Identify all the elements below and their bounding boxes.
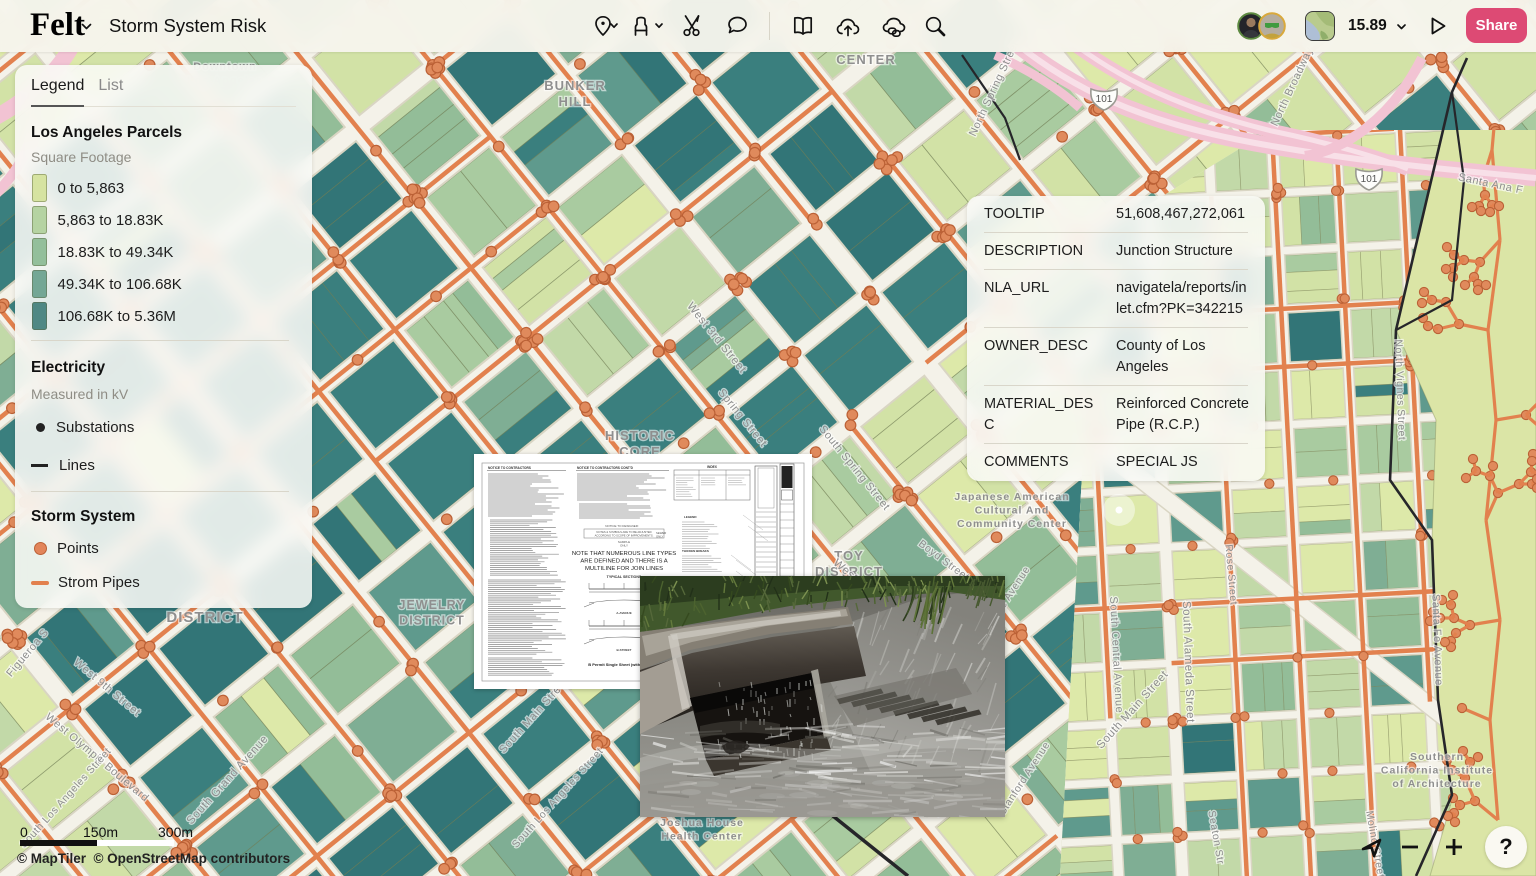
svg-text:Southern: Southern (1410, 751, 1464, 763)
svg-text:MULTILINE FOR JOIN LINES: MULTILINE FOR JOIN LINES (585, 566, 663, 572)
svg-text:Health Center: Health Center (661, 831, 742, 843)
svg-text:California Institute: California Institute (1381, 765, 1493, 777)
svg-text:101: 101 (1361, 174, 1378, 185)
svg-text:B-STREET: B-STREET (617, 648, 632, 652)
svg-text:101: 101 (1096, 94, 1113, 105)
svg-text:Joshua House: Joshua House (660, 817, 744, 829)
svg-text:DISTRICT: DISTRICT (399, 614, 465, 628)
svg-text:TYPICAL SECTIONS: TYPICAL SECTIONS (607, 575, 642, 579)
svg-text:HISTORIC: HISTORIC (605, 428, 675, 443)
svg-text:ONLY: ONLY (656, 535, 664, 539)
svg-text:NOTICE TO CONTRACTORS: NOTICE TO CONTRACTORS (488, 466, 531, 470)
svg-text:NOTICE TO DESIGNER:: NOTICE TO DESIGNER: (605, 524, 639, 528)
svg-text:NOTES & SYMBOLS ARE TO BE ADJU: NOTES & SYMBOLS ARE TO BE ADJUSTED (596, 530, 651, 534)
svg-text:Community Center: Community Center (957, 518, 1067, 530)
svg-text:HILL: HILL (559, 94, 592, 109)
svg-text:Japanese American: Japanese American (954, 491, 1069, 503)
svg-text:ACCORDING TO SCOPE OF IMPROVEM: ACCORDING TO SCOPE OF IMPROVEMENTS. (595, 534, 654, 538)
svg-text:BUNKER: BUNKER (544, 78, 606, 93)
svg-text:ONLY: ONLY (620, 544, 628, 548)
svg-text:NOTE THAT NUMEROUS LINE TYPES: NOTE THAT NUMEROUS LINE TYPES (572, 551, 676, 557)
svg-text:ARE DEFINED AND THERE IS A: ARE DEFINED AND THERE IS A (580, 559, 667, 565)
svg-text:JEWELRY: JEWELRY (399, 598, 466, 612)
svg-text:LEGEND: LEGEND (684, 515, 697, 519)
svg-text:DISTRICT: DISTRICT (166, 609, 243, 626)
svg-text:Cultural And: Cultural And (975, 505, 1050, 517)
svg-text:INDEX: INDEX (707, 465, 718, 469)
svg-text:A-AVENUE: A-AVENUE (616, 611, 631, 615)
svg-text:of Architecture: of Architecture (1392, 778, 1481, 790)
svg-text:NOTICE TO CONTRACTORS CONT'D: NOTICE TO CONTRACTORS CONT'D (577, 466, 634, 470)
svg-text:THICKEN BREAKS: THICKEN BREAKS (682, 549, 709, 553)
svg-text:CENTER: CENTER (836, 52, 895, 67)
